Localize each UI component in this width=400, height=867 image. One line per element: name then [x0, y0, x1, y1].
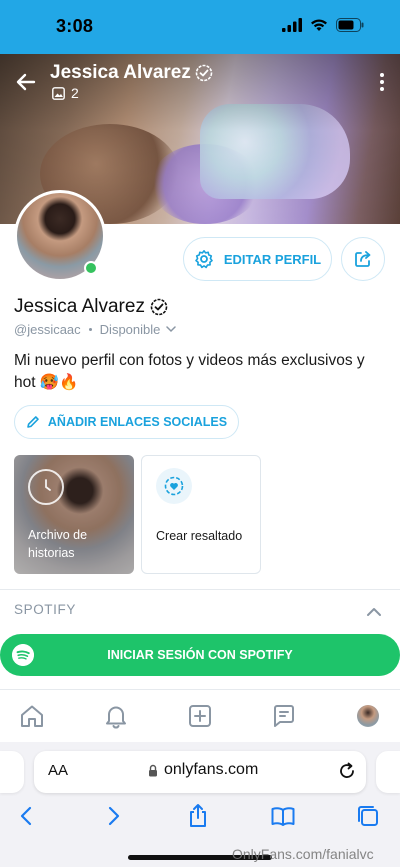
browser-forward-icon[interactable] — [100, 803, 126, 829]
spotify-login-label: INICIAR SESIÓN CON SPOTIFY — [107, 648, 293, 662]
online-indicator — [84, 261, 98, 275]
edit-profile-label: EDITAR PERFIL — [223, 251, 322, 267]
share-button[interactable] — [341, 237, 385, 281]
create-highlight-card[interactable]: Crear resaltado — [141, 455, 261, 574]
media-count-value: 2 — [71, 85, 79, 101]
bottom-nav — [0, 690, 400, 742]
spotify-section-title: SPOTIFY — [14, 602, 76, 617]
gear-icon — [195, 250, 213, 269]
spotify-login-button[interactable]: INICIAR SESIÓN CON SPOTIFY — [0, 634, 400, 676]
lock-icon — [149, 764, 157, 776]
story-archive-label: Archivo de historias — [28, 528, 88, 560]
share-icon — [355, 251, 371, 267]
clock-icon — [28, 469, 64, 505]
bell-icon[interactable] — [103, 703, 129, 729]
bookmarks-icon[interactable] — [270, 803, 296, 829]
create-highlight-label: Crear resaltado — [156, 529, 243, 543]
media-count: 2 — [52, 85, 79, 101]
separator-dot — [88, 328, 92, 331]
tabs-icon[interactable] — [355, 803, 381, 829]
verified-icon — [195, 64, 213, 82]
profile-bio: Mi nuevo perfil con fotos y videos más e… — [14, 352, 365, 391]
chevron-up-icon[interactable] — [366, 605, 382, 617]
reload-icon[interactable] — [337, 761, 357, 781]
more-options-icon[interactable] — [378, 72, 386, 92]
availability-label: Disponible — [99, 322, 161, 337]
pencil-icon — [27, 416, 39, 428]
divider — [0, 589, 400, 590]
url-display[interactable]: onlyfans.com — [148, 761, 258, 779]
edit-profile-button[interactable]: EDITAR PERFIL — [183, 237, 332, 281]
availability-dropdown[interactable]: Disponible — [100, 322, 177, 337]
status-time: 3:08 — [56, 16, 94, 36]
story-archive-card[interactable]: Archivo de historias — [14, 455, 134, 574]
browser-back-icon[interactable] — [14, 803, 40, 829]
home-icon[interactable] — [19, 703, 45, 729]
spotify-icon — [12, 644, 34, 666]
previous-tab-peek[interactable] — [0, 751, 24, 793]
share-sheet-icon[interactable] — [185, 803, 211, 829]
profile-name-text: Jessica Alvarez — [14, 296, 145, 317]
status-icons — [282, 18, 364, 32]
back-arrow-icon[interactable] — [14, 70, 38, 94]
chevron-down-icon — [166, 326, 177, 333]
image-icon — [52, 86, 65, 100]
cover-header: Jessica Alvarez 2 — [0, 54, 400, 114]
add-social-links-label: AÑADIR ENLACES SOCIALES — [47, 415, 228, 429]
heart-circle-icon — [156, 468, 192, 504]
wifi-icon — [311, 19, 327, 31]
url-text: onlyfans.com — [164, 761, 259, 778]
add-social-links-button[interactable]: AÑADIR ENLACES SOCIALES — [14, 405, 239, 439]
profile-handle: @jessicaac — [14, 322, 81, 337]
profile-meta: @jessicaac Disponible — [14, 322, 177, 337]
message-icon[interactable] — [271, 703, 297, 729]
verified-icon — [150, 298, 168, 316]
nav-avatar[interactable] — [357, 705, 379, 727]
text-size-button[interactable]: AA — [48, 762, 68, 779]
profile-name: Jessica Alvarez — [14, 296, 168, 318]
header-name: Jessica Alvarez — [50, 62, 213, 84]
signal-icon — [282, 18, 302, 32]
status-bar: 3:08 — [0, 0, 400, 54]
next-tab-peek[interactable] — [376, 751, 400, 793]
battery-icon — [336, 18, 364, 32]
header-name-text: Jessica Alvarez — [50, 62, 191, 83]
plus-square-icon[interactable] — [187, 703, 213, 729]
watermark: OnlyFans.com/fanialvc — [232, 846, 374, 862]
